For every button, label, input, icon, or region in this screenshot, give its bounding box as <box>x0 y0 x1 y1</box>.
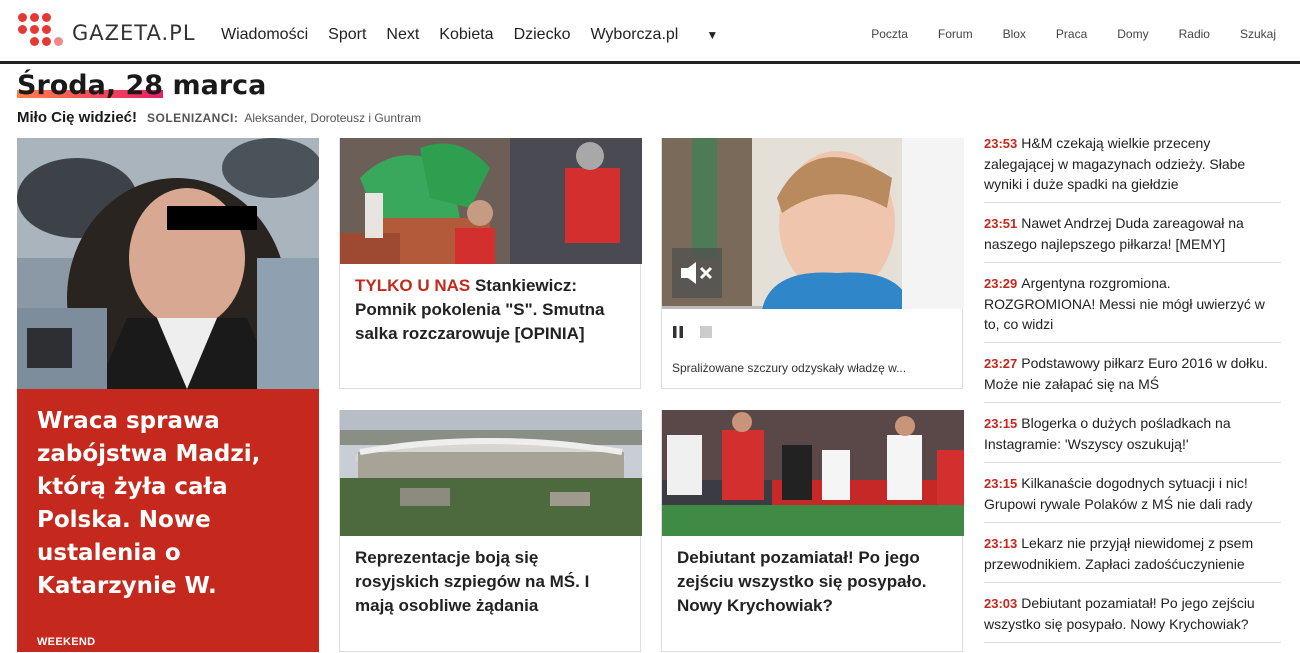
service-link-blox[interactable]: Blox <box>1003 27 1026 41</box>
news-text: Debiutant pozamiatał! Po jego zejściu ws… <box>984 595 1255 632</box>
nav-item-wyborcza[interactable]: Wyborcza.pl <box>590 26 678 44</box>
video-controls <box>662 309 962 355</box>
article-image[interactable] <box>340 410 642 536</box>
greeting-line: Miło Cię widzieć! SOLENIZANCI: Aleksande… <box>17 109 421 126</box>
news-item[interactable]: 23:15 Blogerka o dużych pośladkach na Ins… <box>984 413 1281 463</box>
news-time: 23:51 <box>984 216 1018 231</box>
mute-button[interactable] <box>672 248 722 298</box>
news-time: 23:13 <box>984 536 1018 551</box>
top-header: GAZETA.PL Wiadomości Sport Next Kobieta … <box>0 0 1300 64</box>
logo-dots-icon <box>18 13 63 53</box>
video-player[interactable] <box>662 138 964 309</box>
service-link-praca[interactable]: Praca <box>1056 27 1087 41</box>
nav-item-kobieta[interactable]: Kobieta <box>439 26 493 44</box>
news-item[interactable]: 23:53 H&M czekają wielkie przeceny zalega… <box>984 133 1281 203</box>
gazeta-logo[interactable]: GAZETA.PL <box>18 13 196 53</box>
nav-item-sport[interactable]: Sport <box>328 26 366 44</box>
welcome-text: Miło Cię widzieć! <box>17 109 138 126</box>
hero-article[interactable]: Wraca sprawa zabójstwa Madzi, którą żyła… <box>17 138 319 652</box>
news-item[interactable]: 23:15 Kilkanaście dogodnych sytuacji i ni… <box>984 473 1281 523</box>
article-card-spies[interactable]: Reprezentacje boją się rosyjskich szpieg… <box>339 410 642 652</box>
news-time: 23:29 <box>984 276 1018 291</box>
name-day-label: SOLENIZANCI: <box>147 111 239 125</box>
news-time: 23:27 <box>984 356 1018 371</box>
service-nav: Poczta Forum Blox Praca Domy Radio Szuka… <box>841 27 1276 41</box>
nav-item-wiadomosci[interactable]: Wiadomości <box>221 26 308 44</box>
news-text: Argentyna rozgromiona. ROZGROMIONA! Mess… <box>984 275 1265 332</box>
pause-icon[interactable] <box>672 326 684 338</box>
news-item[interactable]: 23:03 Debiutant pozamiatał! Po jego zejśc… <box>984 593 1281 643</box>
search-link[interactable]: Szukaj <box>1240 27 1276 41</box>
speaker-muted-icon <box>681 262 713 284</box>
article-headline[interactable]: TYLKO U NAS Stankiewicz: Pomnik pokoleni… <box>340 264 640 346</box>
nav-item-dziecko[interactable]: Dziecko <box>514 26 571 44</box>
news-item[interactable]: 23:13 Lekarz nie przyjął niewidomej z pse… <box>984 533 1281 583</box>
article-image[interactable] <box>340 138 642 264</box>
article-card-stankiewicz[interactable]: TYLKO U NAS Stankiewicz: Pomnik pokoleni… <box>339 138 642 389</box>
video-caption[interactable]: Spraliżowane szczury odzyskały władzę w.… <box>662 355 962 375</box>
news-item[interactable]: 23:51 Nawet Andrzej Duda zareagował na na… <box>984 213 1281 263</box>
news-time: 23:53 <box>984 136 1018 151</box>
stop-icon[interactable] <box>700 326 712 338</box>
latest-news-list: 23:53 H&M czekają wielkie przeceny zalega… <box>984 133 1281 653</box>
article-image[interactable] <box>662 410 964 536</box>
news-time: 23:03 <box>984 596 1018 611</box>
news-item[interactable]: 23:27 Podstawowy piłkarz Euro 2016 w dołk… <box>984 353 1281 403</box>
news-item[interactable]: 23:29 Argentyna rozgromiona. ROZGROMIONA!… <box>984 273 1281 343</box>
date-highlight: Środa, 28 <box>17 70 164 101</box>
service-link-domy[interactable]: Domy <box>1117 27 1148 41</box>
news-text: Blogerka o dużych pośladkach na Instagra… <box>984 415 1231 452</box>
news-text: Nawet Andrzej Duda zareagował na naszego… <box>984 215 1244 252</box>
news-text: H&M czekają wielkie przeceny zalegającej… <box>984 135 1246 192</box>
article-headline[interactable]: Reprezentacje boją się rosyjskich szpieg… <box>340 536 640 618</box>
date-heading: Środa, 28 marca <box>17 70 266 101</box>
logo-text: GAZETA.PL <box>72 21 196 45</box>
news-text: Kilkanaście dogodnych sytuacji i nic! Gr… <box>984 475 1253 512</box>
hero-section-tag[interactable]: WEEKEND <box>37 636 95 648</box>
nav-more-dropdown-icon[interactable]: ▼ <box>706 28 718 42</box>
exclusive-kicker: TYLKO U NAS <box>355 276 471 295</box>
service-link-poczta[interactable]: Poczta <box>871 27 908 41</box>
date-month: marca <box>163 70 267 101</box>
news-text: Lekarz nie przyjął niewidomej z psem prz… <box>984 535 1254 572</box>
news-time: 23:15 <box>984 416 1018 431</box>
nav-item-next[interactable]: Next <box>386 26 419 44</box>
service-link-radio[interactable]: Radio <box>1179 27 1210 41</box>
name-day-names: Aleksander, Doroteusz i Guntram <box>244 111 422 125</box>
article-card-debutant[interactable]: Debiutant pozamiatał! Po jego zejściu ws… <box>661 410 964 652</box>
video-progress-bar[interactable] <box>662 306 762 309</box>
article-headline[interactable]: Debiutant pozamiatał! Po jego zejściu ws… <box>662 536 962 618</box>
hero-image[interactable] <box>17 138 319 389</box>
news-text: Podstawowy piłkarz Euro 2016 w dołku. Mo… <box>984 355 1268 392</box>
hero-headline[interactable]: Wraca sprawa zabójstwa Madzi, którą żyła… <box>37 405 299 603</box>
service-link-forum[interactable]: Forum <box>938 27 973 41</box>
video-card[interactable]: Spraliżowane szczury odzyskały władzę w.… <box>661 138 964 389</box>
main-nav: Wiadomości Sport Next Kobieta Dziecko Wy… <box>221 26 718 44</box>
news-time: 23:15 <box>984 476 1018 491</box>
